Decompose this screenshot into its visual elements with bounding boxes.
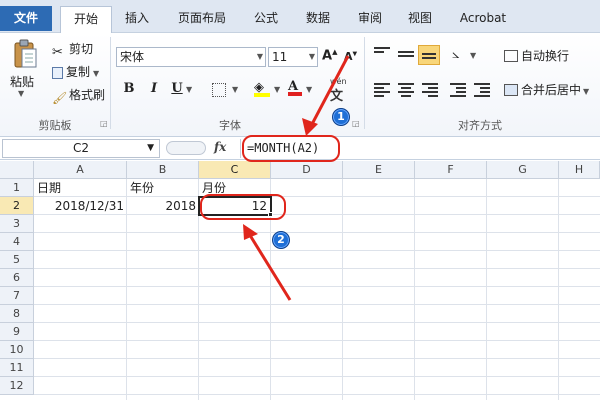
wrap-text-button[interactable]: 自动换行 bbox=[504, 47, 569, 64]
row-header-10[interactable]: 10 bbox=[0, 341, 34, 359]
copy-button[interactable]: 复制 ▼ bbox=[52, 62, 99, 82]
tab-insert[interactable]: 插入 bbox=[115, 6, 159, 33]
cell-b1[interactable]: 年份 bbox=[127, 179, 199, 197]
paste-icon[interactable] bbox=[12, 39, 38, 69]
column-header-g[interactable]: G bbox=[487, 161, 559, 179]
ribbon-tabs: 文件 开始 插入 页面布局 公式 数据 审阅 视图 Acrobat bbox=[0, 0, 600, 33]
align-left-icon[interactable] bbox=[374, 83, 390, 97]
phonetic-icon[interactable]: wén 文 bbox=[330, 77, 347, 104]
borders-dropdown-icon[interactable]: ▼ bbox=[232, 85, 238, 94]
align-right-icon[interactable] bbox=[422, 83, 438, 97]
column-header-a[interactable]: A bbox=[34, 161, 127, 179]
font-launcher-icon[interactable]: ◲ bbox=[352, 119, 360, 128]
tab-formulas[interactable]: 公式 bbox=[246, 6, 286, 33]
orientation-icon[interactable]: ⦣ bbox=[452, 47, 459, 62]
copy-icon bbox=[52, 67, 63, 79]
row-header-5[interactable]: 5 bbox=[0, 251, 34, 269]
font-name-select[interactable]: 宋体 ▼ bbox=[116, 47, 266, 67]
alignment-group-label: 对齐方式 bbox=[458, 119, 502, 132]
tab-review[interactable]: 审阅 bbox=[350, 6, 390, 33]
merge-center-button[interactable]: 合并后居中 ▼ bbox=[504, 81, 589, 98]
grid-line bbox=[486, 179, 487, 400]
insert-function-icon[interactable]: fx bbox=[214, 140, 226, 154]
chevron-down-icon: ▼ bbox=[256, 52, 263, 61]
column-header-f[interactable]: F bbox=[415, 161, 487, 179]
row-header-3[interactable]: 3 bbox=[0, 215, 34, 233]
borders-icon[interactable] bbox=[212, 83, 226, 97]
column-header-c[interactable]: C bbox=[199, 161, 271, 179]
orientation-dropdown-icon[interactable]: ▼ bbox=[470, 51, 476, 60]
tab-view[interactable]: 视图 bbox=[400, 6, 440, 33]
group-divider bbox=[364, 37, 365, 129]
column-header-b[interactable]: B bbox=[127, 161, 199, 179]
shrink-font-icon[interactable]: A▼ bbox=[344, 50, 357, 63]
font-color-icon[interactable]: A bbox=[288, 79, 302, 96]
grid-line bbox=[414, 179, 415, 400]
chevron-down-icon: ▼ bbox=[308, 52, 315, 61]
row-header-12[interactable]: 12 bbox=[0, 377, 34, 395]
step-badge-2: 2 bbox=[272, 231, 290, 249]
align-bottom-icon[interactable] bbox=[418, 45, 440, 65]
group-divider bbox=[110, 37, 111, 129]
ribbon: 粘贴 ▼ ✂ 剪切 复制 ▼ 🖌 格式刷 剪贴板 ◲ 宋体 ▼ 11 ▼ A▲ A▼ B … bbox=[0, 33, 600, 137]
tab-file[interactable]: 文件 bbox=[0, 6, 52, 31]
align-center-icon[interactable] bbox=[398, 83, 414, 97]
row-header-11[interactable]: 11 bbox=[0, 359, 34, 377]
formula-bar-resize-handle[interactable] bbox=[166, 141, 206, 155]
font-group-label: 字体 bbox=[219, 119, 241, 132]
italic-button[interactable]: I bbox=[145, 81, 163, 96]
paste-button[interactable]: 粘贴 bbox=[10, 73, 34, 90]
row-header-7[interactable]: 7 bbox=[0, 287, 34, 305]
row-header-6[interactable]: 6 bbox=[0, 269, 34, 287]
tab-page-layout[interactable]: 页面布局 bbox=[170, 6, 234, 33]
column-header-h[interactable]: H bbox=[559, 161, 600, 179]
decrease-indent-icon[interactable] bbox=[450, 83, 466, 97]
merge-icon bbox=[504, 84, 518, 96]
row-header-9[interactable]: 9 bbox=[0, 323, 34, 341]
bold-button[interactable]: B bbox=[120, 81, 138, 96]
grow-font-icon[interactable]: A▲ bbox=[322, 48, 337, 63]
underline-button[interactable]: U bbox=[168, 81, 186, 96]
align-top-icon[interactable] bbox=[374, 47, 390, 61]
row-header-1[interactable]: 1 bbox=[0, 179, 34, 197]
increase-indent-icon[interactable] bbox=[474, 83, 490, 97]
cell-a2[interactable]: 2018/12/31 bbox=[34, 197, 127, 215]
select-all-corner[interactable] bbox=[0, 161, 34, 179]
cell-highlight-rect bbox=[200, 194, 286, 220]
wrap-text-icon bbox=[504, 50, 518, 62]
font-color-dropdown-icon[interactable]: ▼ bbox=[306, 85, 312, 94]
step-badge-1: 1 bbox=[332, 108, 350, 126]
tab-data[interactable]: 数据 bbox=[298, 6, 338, 33]
grid-line bbox=[342, 179, 343, 400]
tab-home[interactable]: 开始 bbox=[60, 6, 112, 33]
chevron-down-icon: ▼ bbox=[147, 143, 154, 153]
brush-icon: 🖌 bbox=[52, 91, 68, 105]
fill-dropdown-icon[interactable]: ▼ bbox=[274, 85, 280, 94]
format-painter-button[interactable]: 🖌 格式刷 bbox=[52, 85, 105, 105]
cell-a1[interactable]: 日期 bbox=[34, 179, 127, 197]
row-header-8[interactable]: 8 bbox=[0, 305, 34, 323]
underline-dropdown-icon[interactable]: ▼ bbox=[186, 85, 192, 94]
row-header-4[interactable]: 4 bbox=[0, 233, 34, 251]
cut-button[interactable]: ✂ 剪切 bbox=[52, 39, 93, 60]
row-header-2[interactable]: 2 bbox=[0, 197, 34, 215]
fill-color-icon[interactable]: ◈ bbox=[254, 80, 270, 97]
align-middle-icon[interactable] bbox=[398, 47, 414, 61]
scissors-icon: ✂ bbox=[52, 45, 63, 60]
tab-acrobat[interactable]: Acrobat bbox=[452, 6, 514, 33]
cell-b2[interactable]: 2018 bbox=[127, 197, 199, 215]
column-header-d[interactable]: D bbox=[271, 161, 343, 179]
name-box[interactable]: C2 ▼ bbox=[2, 139, 160, 158]
font-size-select[interactable]: 11 ▼ bbox=[268, 47, 318, 67]
grid-line bbox=[558, 179, 559, 400]
paste-dropdown-icon[interactable]: ▼ bbox=[18, 89, 24, 98]
clipboard-group-label: 剪贴板 bbox=[38, 119, 72, 132]
formula-highlight-rect bbox=[242, 135, 340, 162]
column-header-e[interactable]: E bbox=[343, 161, 415, 179]
clipboard-launcher-icon[interactable]: ◲ bbox=[100, 119, 108, 128]
